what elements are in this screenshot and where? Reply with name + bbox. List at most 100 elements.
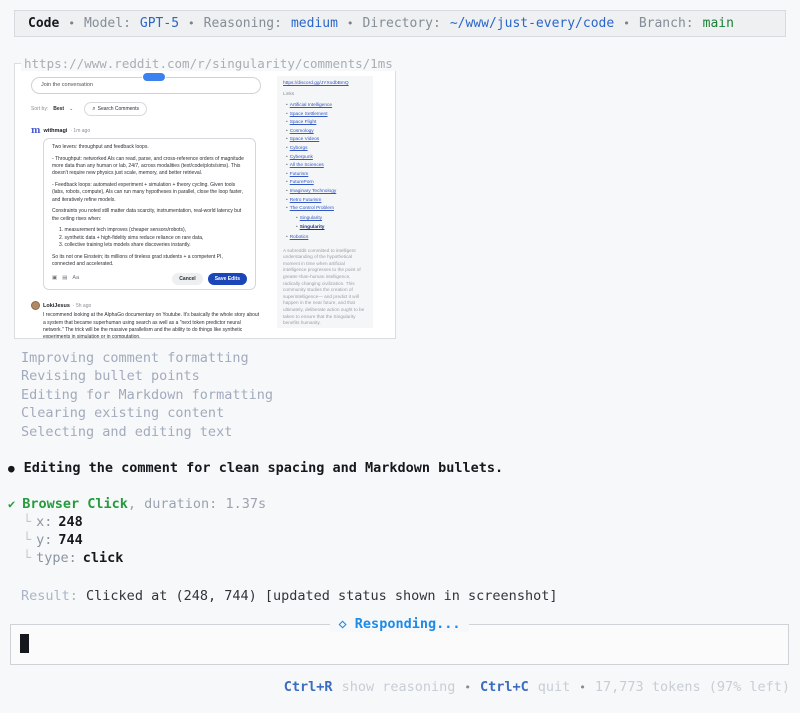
shortcut-label: quit (538, 679, 571, 695)
comment-edit-box[interactable]: Two levers: throughput and feedback loop… (43, 138, 256, 290)
sidebar-link[interactable]: The Control Problem (290, 206, 334, 211)
reasoning-status-lines: Improving comment formatting Revising bu… (21, 349, 273, 441)
reasoning-label: Reasoning: (204, 16, 282, 31)
diamond-icon: ◇ (339, 616, 347, 632)
editor-paragraph: - Throughput: networked AIs can read, pa… (52, 156, 247, 178)
bullet-icon: • (286, 155, 288, 160)
sidebar-link[interactable]: Robotics (290, 235, 309, 240)
tool-call-name: Browser Click (22, 496, 128, 512)
comment-author[interactable]: withmagi (44, 128, 68, 134)
sidebar-link[interactable]: Retro Futurism (290, 198, 322, 203)
sidebar-link[interactable]: Imaginary Technology (290, 189, 337, 194)
avatar: m (31, 127, 41, 135)
sidebar-link[interactable]: Space Settlement (290, 112, 328, 117)
assistant-message-text: Editing the comment for clean spacing an… (24, 460, 504, 476)
tree-elbow-icon: └ (23, 550, 31, 566)
chevron-down-icon: ⌄ (69, 106, 73, 112)
list-item: •The Control Problem (286, 206, 367, 211)
editor-numbered-list: 1. measurement tech improves (cheaper se… (52, 227, 247, 249)
status-line: Revising bullet points (21, 367, 273, 385)
shortcut-key[interactable]: Ctrl+C (480, 679, 529, 695)
directory-label: Directory: (363, 16, 441, 31)
param-key: x: (36, 514, 52, 530)
cancel-button[interactable]: Cancel (172, 273, 202, 285)
model-label: Model: (84, 16, 131, 31)
shortcut-label: show reasoning (342, 679, 456, 695)
branch-value: main (703, 16, 734, 31)
shortcut-key[interactable]: Ctrl+R (284, 679, 333, 695)
separator-dot-icon: • (464, 681, 471, 694)
tool-param-row: └type:click (23, 550, 123, 566)
editor-paragraph: - Feedback loops: automated experiment +… (52, 182, 247, 204)
search-comments-button[interactable]: ⌕ Search Comments (84, 102, 147, 116)
result-text: Clicked at (248, 744) [updated status sh… (86, 588, 557, 604)
status-line: Clearing existing content (21, 404, 273, 422)
param-key: type: (36, 550, 77, 566)
search-icon: ⌕ (92, 106, 95, 113)
reddit-page-screenshot: Join the conversation Sort by: Best ⌄ ⌕ … (15, 64, 395, 338)
list-item: •Imaginary Technology (286, 189, 367, 194)
comment-header: m withmagi · 1m ago (31, 127, 267, 135)
sidebar-link[interactable]: Futurism (290, 172, 309, 177)
list-item: •Cyberpunk (286, 155, 367, 160)
assistant-message: ● Editing the comment for clean spacing … (8, 460, 503, 476)
text-format-icon[interactable]: Aa (72, 275, 79, 283)
subreddit-description: A subreddit committed to intelligent und… (283, 248, 367, 327)
bullet-icon: • (286, 235, 288, 240)
sidebar-link[interactable]: All the Sciences (290, 163, 324, 168)
list-item: 1. measurement tech improves (cheaper se… (59, 227, 247, 234)
bullet-icon: ● (8, 462, 15, 475)
list-item: •Singularity (296, 225, 367, 230)
list-item: 3. collective training lets models share… (59, 242, 247, 249)
bullet-icon: • (286, 103, 288, 108)
app-title: Code (28, 16, 59, 31)
list-item: •Space Videos (286, 137, 367, 142)
bullet-icon: • (286, 206, 288, 211)
sidebar-link[interactable]: Cyberpunk (290, 155, 313, 160)
token-counter: 17,773 tokens (97% left) (595, 679, 790, 695)
list-item: •Singularity (296, 216, 367, 221)
param-value: 744 (58, 532, 82, 548)
avatar (31, 301, 40, 310)
subreddit-sidebar: https://discord.gg/JYXodbBmQ Links •Arti… (277, 76, 373, 328)
list-item: •Futurism (286, 172, 367, 177)
list-item: • Robotics (286, 235, 367, 240)
responding-status: ◇ Responding... (330, 616, 470, 632)
tool-param-row: └y:744 (23, 532, 83, 548)
save-edits-button[interactable]: Save Edits (208, 273, 247, 285)
bullet-icon: • (286, 120, 288, 125)
bullet-icon: • (286, 146, 288, 151)
sidebar-link[interactable]: Artificial Intelligence (290, 103, 332, 108)
list-item: •All the Sciences (286, 163, 367, 168)
browser-screenshot-panel: https://www.reddit.com/r/singularity/com… (14, 63, 396, 339)
image-icon[interactable]: ▣ (52, 275, 57, 283)
list-item: •Cyborgs (286, 146, 367, 151)
sidebar-link[interactable]: Cosmology (290, 129, 314, 134)
sidebar-link[interactable]: Singularity (300, 225, 325, 230)
comment-timestamp: · 5h ago (73, 303, 91, 309)
input-box[interactable]: ◇ Responding... (10, 624, 789, 665)
branch-label: Branch: (639, 16, 694, 31)
editor-paragraph: Two levers: throughput and feedback loop… (52, 144, 247, 151)
param-value: 248 (58, 514, 82, 530)
sidebar-link[interactable]: Singularity (300, 216, 322, 221)
reasoning-value: medium (291, 16, 338, 31)
sidebar-links-list: •Artificial Intelligence •Space Settleme… (283, 103, 367, 211)
search-comments-label: Search Comments (98, 106, 139, 112)
sidebar-link[interactable]: Space Videos (290, 137, 320, 142)
sidebar-link[interactable]: Cyborgs (290, 146, 308, 151)
list-item: •Retro Futurism (286, 198, 367, 203)
sort-dropdown[interactable]: Best (53, 106, 64, 112)
list-item: •Cosmology (286, 129, 367, 134)
sidebar-link[interactable]: FuturePorn (290, 180, 314, 185)
tool-result-line: Result: Clicked at (248, 744) [updated s… (21, 588, 557, 604)
bullet-icon: • (296, 216, 298, 221)
bullet-icon: • (286, 112, 288, 117)
sidebar-link[interactable]: Space Flight (290, 120, 317, 125)
bullet-icon: • (286, 189, 288, 194)
gif-icon[interactable]: ▤ (62, 275, 67, 283)
comment-header: LokiJesus · 5h ago (31, 301, 267, 310)
discord-link[interactable]: https://discord.gg/JYXodbBmQ (283, 81, 367, 86)
comment-author[interactable]: LokiJesus (43, 303, 70, 309)
separator-dot-icon: • (68, 17, 75, 30)
